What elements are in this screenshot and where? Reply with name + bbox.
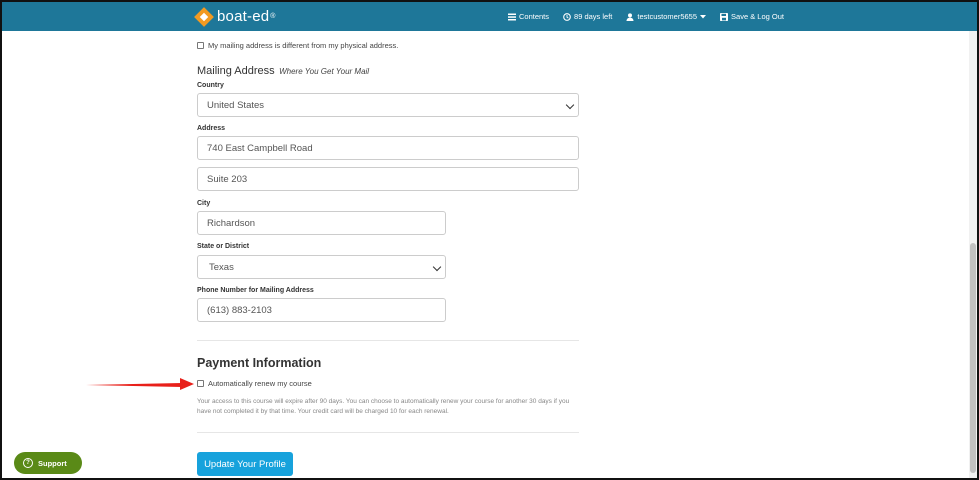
mailing-different-label: My mailing address is different from my … xyxy=(208,41,399,50)
address-label: Address xyxy=(197,125,226,132)
city-input[interactable]: Richardson xyxy=(197,211,446,235)
city-label: City xyxy=(197,200,211,207)
user-icon xyxy=(626,12,634,21)
boat-ed-logo-icon xyxy=(194,6,214,27)
divider xyxy=(197,432,579,433)
payment-information-title: Payment Information xyxy=(197,356,322,370)
country-label: Country xyxy=(197,82,224,89)
logo-registered-mark: ® xyxy=(270,13,276,20)
address-line2-input[interactable]: Suite 203 xyxy=(197,167,579,191)
city-value: Richardson xyxy=(207,217,256,229)
save-logout-button[interactable]: Save & Log Out xyxy=(720,12,784,21)
mailing-address-subtitle: Where You Get Your Mail xyxy=(279,67,370,76)
save-disk-icon xyxy=(720,12,729,21)
clock-icon xyxy=(563,12,571,21)
state-select[interactable]: Texas xyxy=(197,255,446,279)
nav-menu: Contents 89 days left testcustomer5655 S… xyxy=(508,2,784,31)
phone-value: (613) 883-2103 xyxy=(207,304,272,316)
auto-renew-label: Automatically renew my course xyxy=(208,379,312,388)
auto-renew-checkbox-row[interactable]: Automatically renew my course xyxy=(197,379,312,388)
state-value: Texas xyxy=(209,261,234,273)
save-logout-label: Save & Log Out xyxy=(731,12,784,21)
update-profile-button[interactable]: Update Your Profile xyxy=(197,452,293,476)
auto-renew-checkbox[interactable] xyxy=(197,380,204,387)
user-menu-dropdown[interactable]: testcustomer5655 xyxy=(626,12,707,21)
boat-ed-logo[interactable]: boat-ed ® xyxy=(194,6,276,27)
list-icon xyxy=(508,13,516,20)
phone-input[interactable]: (613) 883-2103 xyxy=(197,298,446,322)
support-label: Support xyxy=(38,458,67,468)
chevron-down-icon xyxy=(432,262,442,272)
caret-down-icon xyxy=(700,14,707,18)
address-line1-value: 740 East Campbell Road xyxy=(207,142,313,154)
contents-label: Contents xyxy=(519,12,550,21)
top-navbar: boat-ed ® Contents 89 days left testcust… xyxy=(2,2,977,31)
divider xyxy=(197,340,579,341)
mailing-address-title: Mailing Address xyxy=(197,65,275,77)
days-left-indicator: 89 days left xyxy=(563,12,612,21)
auto-renew-help-text: Your access to this course will expire a… xyxy=(197,398,570,415)
state-label: State or District xyxy=(197,243,250,250)
contents-link[interactable]: Contents xyxy=(508,12,549,21)
help-circle-icon: ? xyxy=(23,458,33,468)
days-left-label: 89 days left xyxy=(574,12,613,21)
address-line2-value: Suite 203 xyxy=(207,173,248,185)
address-line1-input[interactable]: 740 East Campbell Road xyxy=(197,136,579,160)
support-button[interactable]: ? Support xyxy=(14,452,82,474)
chevron-down-icon xyxy=(565,100,575,110)
scrollbar-thumb[interactable] xyxy=(970,243,976,473)
page-scrollbar[interactable] xyxy=(969,31,977,478)
country-select[interactable]: United States xyxy=(197,93,579,117)
mailing-different-checkbox-row[interactable]: My mailing address is different from my … xyxy=(197,41,398,50)
mailing-address-heading: Mailing Address Where You Get Your Mail xyxy=(197,61,369,79)
mailing-different-checkbox[interactable] xyxy=(197,42,204,49)
red-arrow-annotation xyxy=(86,378,194,390)
country-value: United States xyxy=(207,99,265,111)
logo-text: boat-ed xyxy=(217,8,270,25)
app-frame: boat-ed ® Contents 89 days left testcust… xyxy=(0,0,979,480)
username-label: testcustomer5655 xyxy=(637,12,698,21)
phone-label: Phone Number for Mailing Address xyxy=(197,287,314,294)
